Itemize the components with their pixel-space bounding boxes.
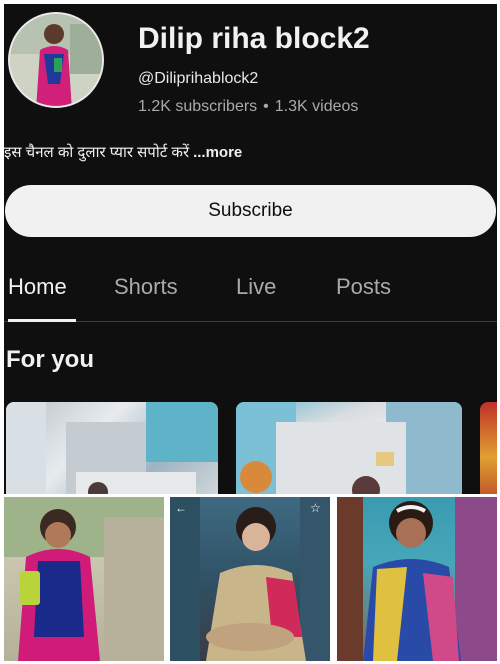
- channel-name: Dilip riha block2: [138, 22, 370, 55]
- subscriber-count: 1.2K subscribers: [138, 98, 258, 115]
- active-tab-indicator: [8, 319, 76, 322]
- tab-home[interactable]: Home: [8, 274, 67, 300]
- back-arrow-icon[interactable]: ←: [175, 501, 187, 515]
- thumbnail-image: [170, 497, 330, 661]
- for-you-video-card[interactable]: [236, 402, 462, 494]
- stats-separator: •: [263, 98, 269, 115]
- video-thumbnail: [236, 402, 462, 494]
- description-text: इस चैनल को दुलार प्यार सपोर्ट करें: [4, 144, 190, 161]
- thumbnail-image: [337, 497, 497, 661]
- video-count: 1.3K videos: [274, 98, 359, 115]
- channel-tabs: Home Shorts Live Posts: [4, 262, 497, 322]
- channel-avatar[interactable]: [8, 12, 104, 108]
- for-you-video-card[interactable]: [6, 402, 218, 494]
- for-you-heading: For you: [6, 346, 94, 373]
- more-link[interactable]: ...more: [193, 144, 242, 161]
- tab-posts[interactable]: Posts: [336, 274, 391, 300]
- photo-thumbnail[interactable]: [4, 497, 164, 661]
- photo-thumbnail[interactable]: ← ☆: [170, 497, 330, 661]
- tab-live[interactable]: Live: [236, 274, 276, 300]
- tab-shorts[interactable]: Shorts: [114, 274, 178, 300]
- for-you-video-card-partial[interactable]: [480, 402, 497, 494]
- star-icon[interactable]: ☆: [310, 501, 321, 515]
- avatar-image: [10, 14, 102, 106]
- thumbnail-image: [4, 497, 164, 661]
- photo-thumbnail[interactable]: [337, 497, 497, 661]
- channel-handle: @Dilipriha​block2: [138, 70, 259, 87]
- video-thumbnail: [6, 402, 218, 494]
- subscribe-button[interactable]: Subscribe: [5, 185, 496, 237]
- channel-stats: 1.2K subscribers • 1.3K videos: [138, 98, 358, 116]
- channel-page: Dilip riha block2 @Dilipriha​block2 1.2K…: [4, 4, 497, 494]
- channel-description[interactable]: इस चैनल को दुलार प्यार सपोर्ट करें ...mor…: [4, 142, 242, 162]
